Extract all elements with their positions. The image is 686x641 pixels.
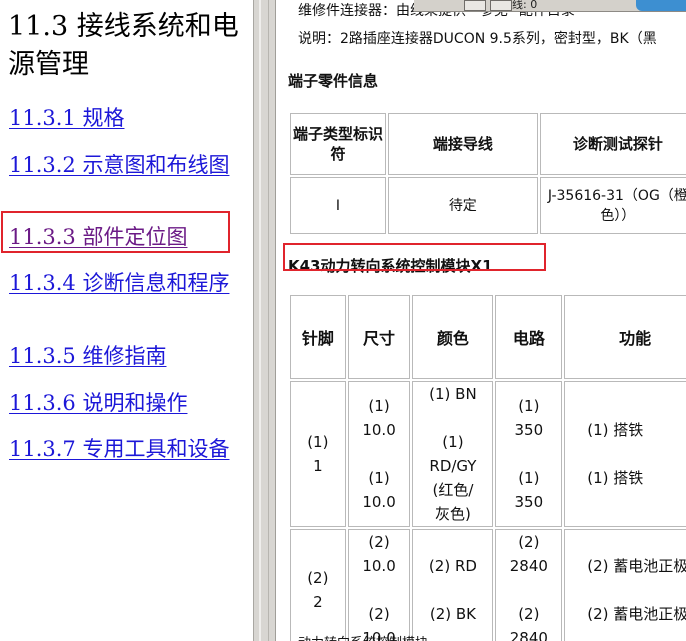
nav-link-specifications[interactable]: 11.3.1 规格 <box>9 105 251 132</box>
highlight-box <box>283 243 546 271</box>
toolbar-badge <box>636 0 686 11</box>
content-pane: 维修件连接器：由线束提供 - 参见 "配件目录" 说明：2路插座连接器DUCON… <box>276 0 686 641</box>
table-header-row: 针脚 尺寸 颜色 电路 功能 <box>290 295 686 379</box>
toolbar-button[interactable] <box>464 0 486 11</box>
table-row: (2) 2 (2) 10.0 (2) 10.0 (2) RD (2) BK (2… <box>290 529 686 641</box>
table-header: 尺寸 <box>347 295 411 379</box>
description-text: 说明：2路插座连接器DUCON 9.5系列，密封型，BK（黑 <box>298 31 657 47</box>
table-cell: J-35616-31（OG（橙色）） <box>539 177 686 234</box>
pane-splitter[interactable] <box>253 0 276 641</box>
table-header: 电路 <box>495 295 563 379</box>
table-header: 诊断测试探针 <box>539 113 686 175</box>
toolbar-label: 线: 0 <box>512 0 538 11</box>
table-header: 端子类型标识符 <box>290 113 386 175</box>
table-header: 功能 <box>564 295 686 379</box>
table-cell: (1) 1 <box>290 381 346 527</box>
table-cell: (2) 2 <box>290 529 346 641</box>
table-cell: (2) RD (2) BK <box>412 529 494 641</box>
table-cell: I <box>290 177 386 234</box>
splitter-grip <box>259 0 261 641</box>
floating-toolbar: 线: 0 <box>414 0 686 12</box>
section-title: 11.3 接线系统和电源管理 <box>8 11 239 80</box>
navigation-pane: 11.3 接线系统和电源管理 11.3.1 规格 11.3.2 示意图和布线图 … <box>0 0 253 641</box>
table-cell: (2) 10.0 (2) 10.0 <box>347 529 411 641</box>
nav-link-special-tools[interactable]: 11.3.7 专用工具和设备 <box>9 436 251 463</box>
table-cell: (2) 2840 (2) 2840 <box>495 529 563 641</box>
table-row: I 待定 J-35616-31（OG（橙色）） <box>290 177 686 234</box>
table-cell: (1) BN (1) RD/GY (红色/ 灰色) <box>412 381 494 527</box>
highlight-box <box>1 211 230 253</box>
nav-link-description-operation[interactable]: 11.3.6 说明和操作 <box>9 390 251 417</box>
table-cell: 待定 <box>388 177 538 234</box>
pin-table: 针脚 尺寸 颜色 电路 功能 (1) 1 (1) 10.0 (1) 10.0 (… <box>288 293 686 641</box>
table-header: 针脚 <box>290 295 346 379</box>
terminal-parts-heading: 端子零件信息 <box>288 72 379 90</box>
cutoff-text: 动力转向系统控制模块 <box>298 632 428 641</box>
nav-link-schematics-wiring[interactable]: 11.3.2 示意图和布线图 <box>9 152 251 179</box>
toolbar-button[interactable] <box>490 0 512 11</box>
table-cell: (2) 蓄电池正极 (2) 蓄电池正极 <box>564 529 686 641</box>
terminal-parts-table: 端子类型标识符 端接导线 诊断测试探针 I 待定 J-35616-31（OG（橙… <box>288 111 686 236</box>
table-cell: (1) 350 (1) 350 <box>495 381 563 527</box>
table-cell: (1) 搭铁 (1) 搭铁 <box>564 381 686 527</box>
table-header-row: 端子类型标识符 端接导线 诊断测试探针 <box>290 113 686 175</box>
table-cell: (1) 10.0 (1) 10.0 <box>347 381 411 527</box>
nav-link-diagnostic-info[interactable]: 11.3.4 诊断信息和程序 <box>9 270 251 297</box>
table-row: (1) 1 (1) 10.0 (1) 10.0 (1) BN (1) RD/GY… <box>290 381 686 527</box>
table-header: 端接导线 <box>388 113 538 175</box>
splitter-grip-shadow <box>268 0 269 641</box>
nav-link-repair-instructions[interactable]: 11.3.5 维修指南 <box>9 343 251 370</box>
table-header: 颜色 <box>412 295 494 379</box>
